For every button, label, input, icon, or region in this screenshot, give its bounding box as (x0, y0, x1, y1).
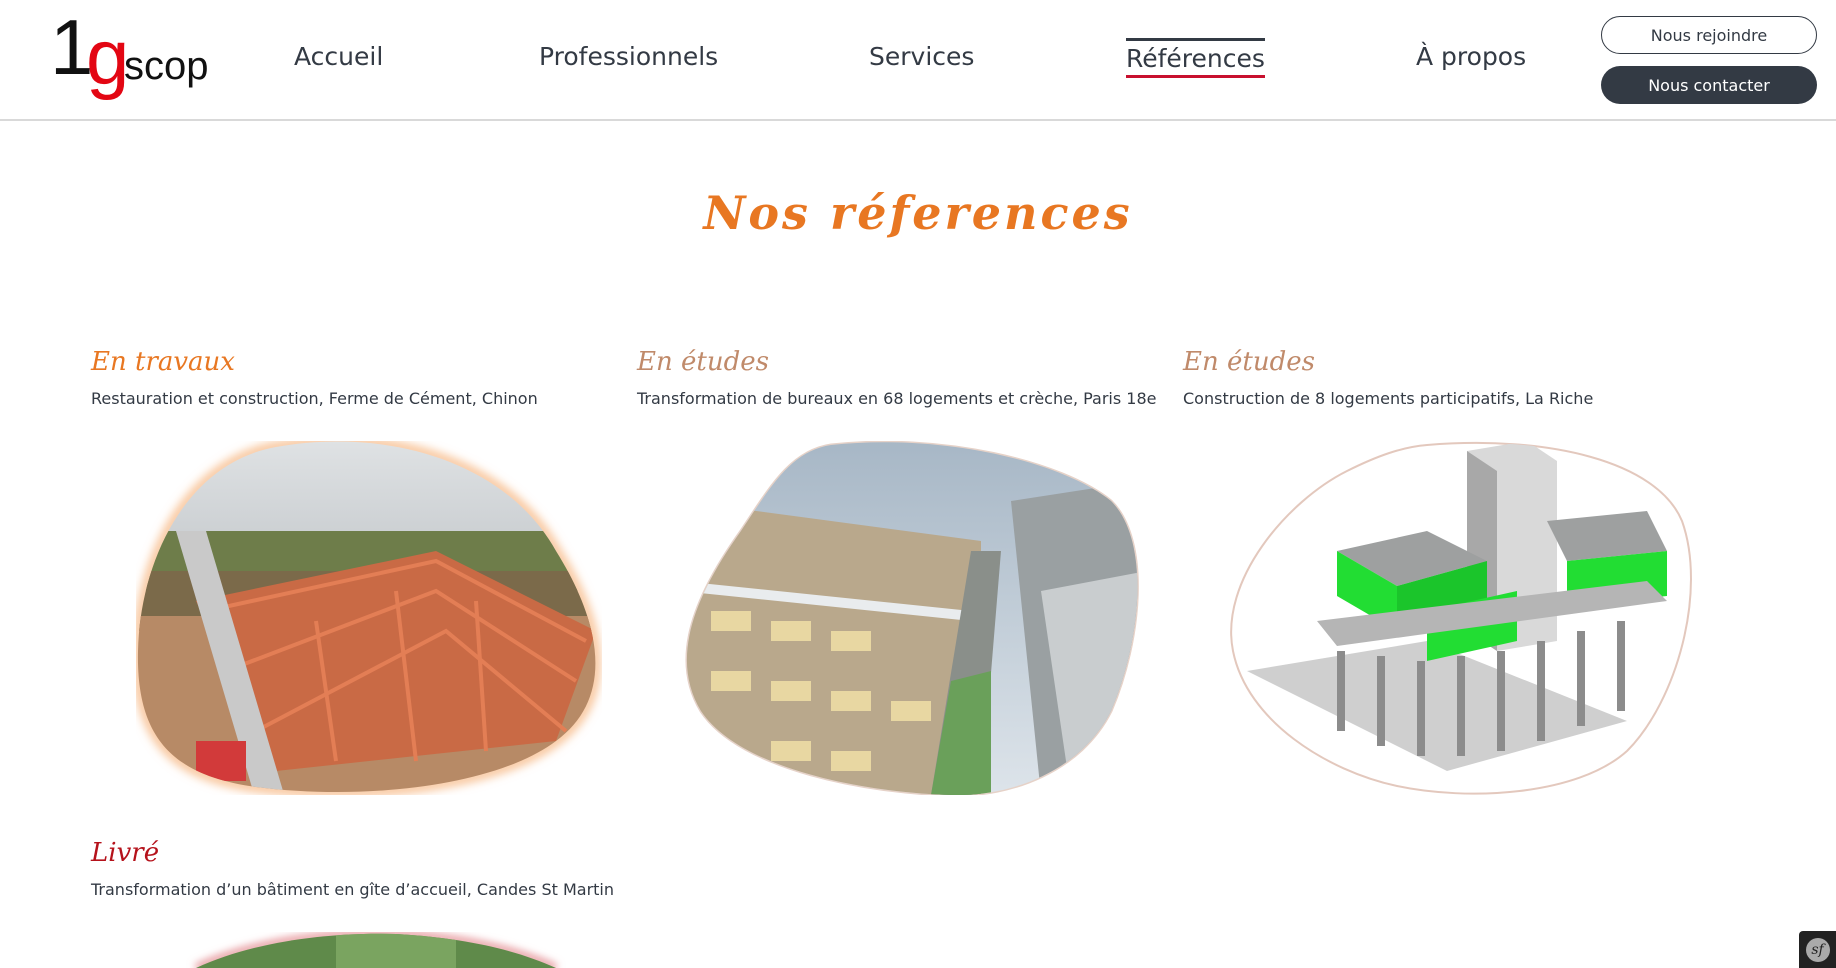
nav-a-propos[interactable]: À propos (1416, 42, 1526, 71)
card-status: Livré (91, 838, 160, 868)
contact-button[interactable]: Nous contacter (1601, 66, 1817, 104)
debug-toolbar[interactable]: sf (1799, 931, 1836, 968)
card-description: Transformation de bureaux en 68 logement… (637, 389, 1157, 408)
reference-card[interactable]: En travaux Restauration et construction,… (91, 345, 611, 795)
join-button[interactable]: Nous rejoindre (1601, 16, 1817, 54)
nav-professionnels[interactable]: Professionnels (539, 42, 718, 71)
card-description: Transformation d’un bâtiment en gîte d’a… (91, 880, 615, 899)
logo-g: g (86, 13, 130, 101)
card-image-gite[interactable] (136, 932, 602, 968)
card-image-3d-model[interactable] (1227, 441, 1693, 795)
card-description: Restauration et construction, Ferme de C… (91, 389, 538, 408)
reference-card[interactable]: En études Transformation de bureaux en 6… (637, 345, 1157, 795)
reference-card[interactable]: En études Construction de 8 logements pa… (1183, 345, 1703, 795)
site-header: 1 g scop Accueil Professionnels Services… (0, 0, 1836, 121)
symfony-icon: sf (1805, 937, 1830, 962)
reference-card[interactable]: Livré Transformation d’un bâtiment en gî… (91, 836, 615, 968)
logo[interactable]: 1 g scop (50, 8, 210, 104)
logo-scop: scop (124, 44, 209, 88)
nav-services[interactable]: Services (869, 42, 974, 71)
page-title: Nos réferences (703, 186, 1133, 240)
card-status: En études (1183, 347, 1315, 377)
card-image-housing-building[interactable] (681, 441, 1147, 795)
card-description: Construction de 8 logements participatif… (1183, 389, 1594, 408)
nav-accueil[interactable]: Accueil (294, 42, 383, 71)
card-status: En travaux (91, 347, 235, 377)
nav-references[interactable]: Références (1126, 38, 1265, 78)
card-status: En études (637, 347, 769, 377)
card-image-construction-site[interactable] (136, 441, 602, 795)
